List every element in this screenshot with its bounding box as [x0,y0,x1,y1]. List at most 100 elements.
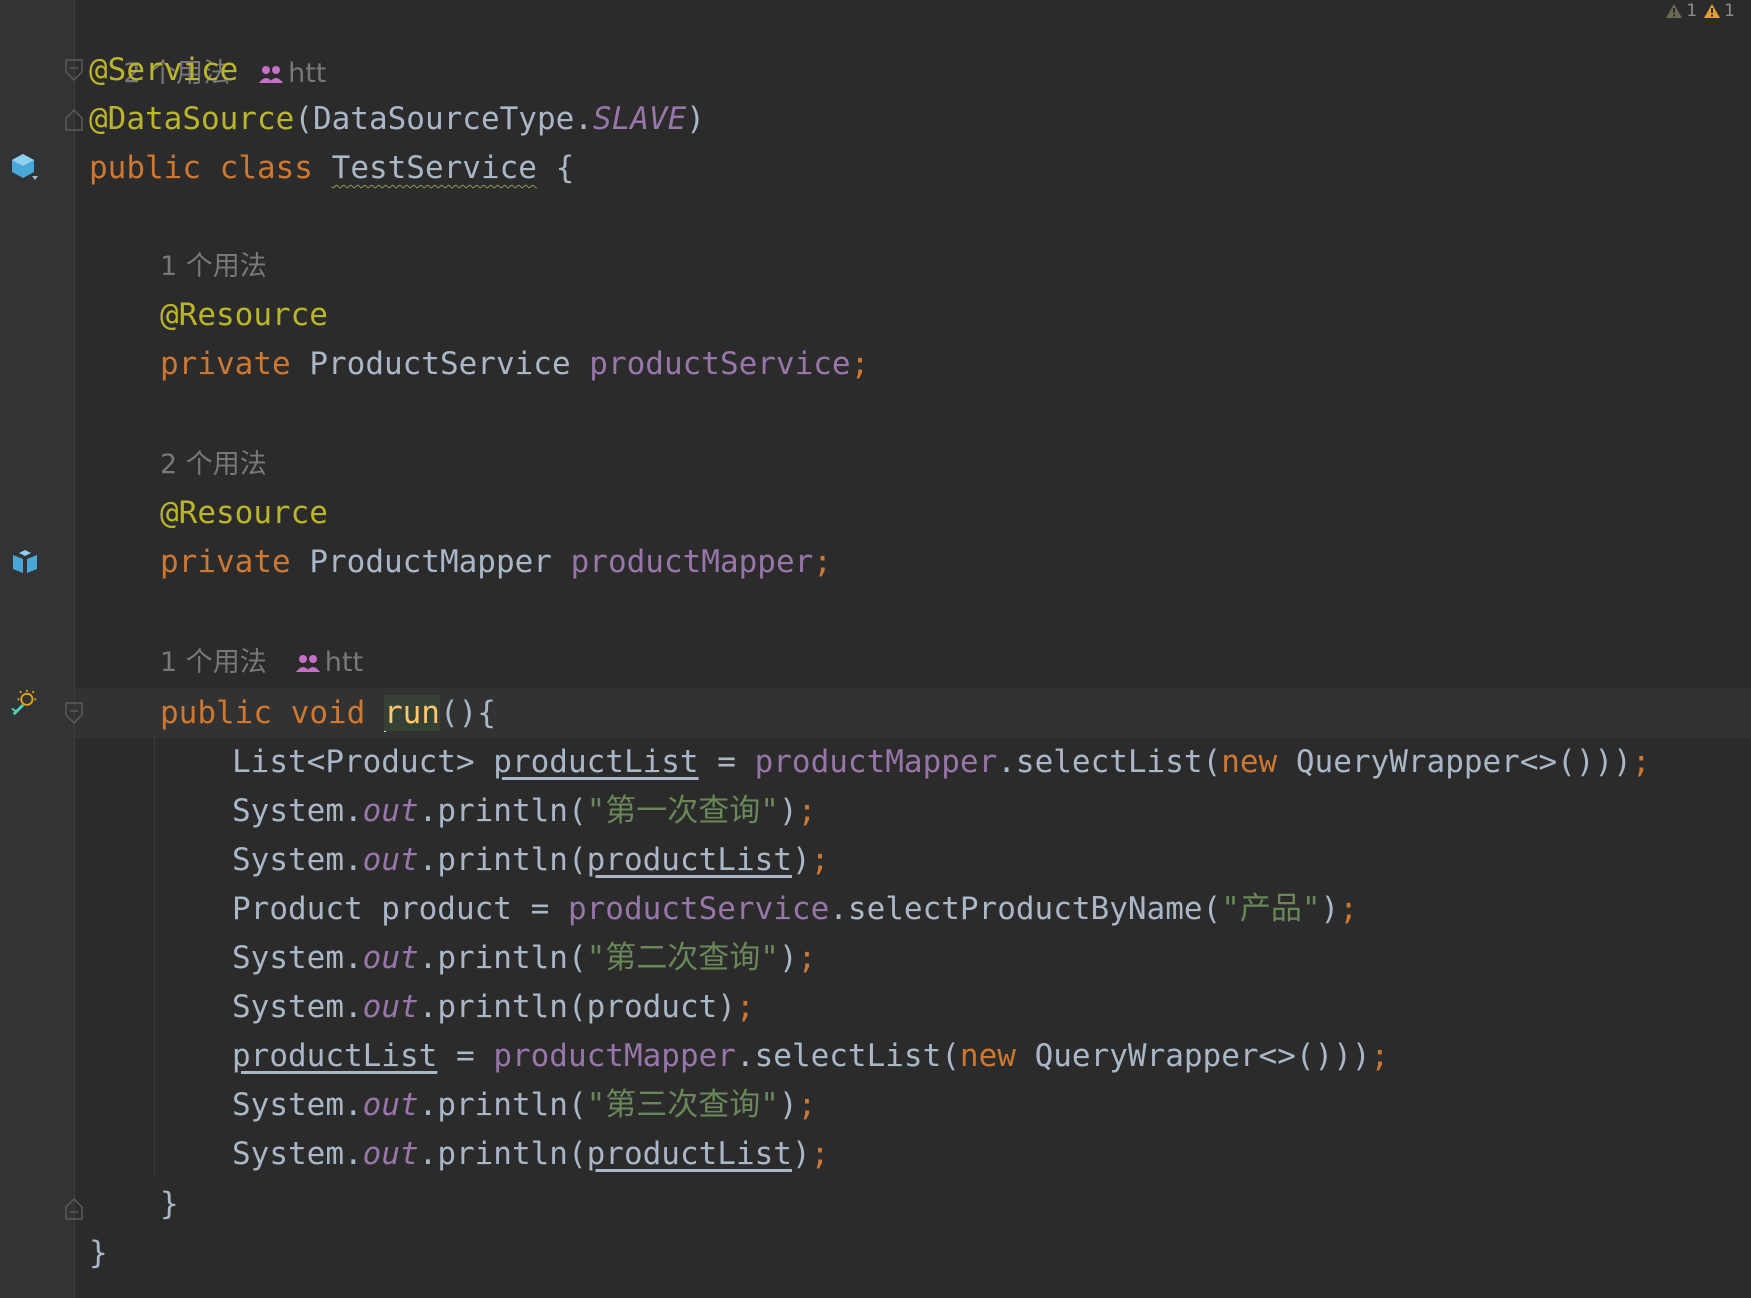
indent-guide [154,738,155,1178]
keyword-private: private [160,544,291,580]
code-line[interactable]: @DataSource(DataSourceType.SLAVE) [89,95,705,144]
code-line[interactable]: System.out.println("第二次查询"); [232,934,816,983]
keyword-void: void [290,695,366,731]
code-line[interactable]: public class TestService { [89,144,574,193]
semicolon: ; [850,346,870,382]
code-line[interactable]: System.out.println(product); [232,983,755,1032]
string-literal: "第三次查询" [586,1087,779,1123]
warning-count: 1 [1724,1,1735,21]
static-field: out [362,989,419,1025]
method-signature: (){ [439,695,496,731]
close-paren: ) [1351,1038,1371,1074]
code-line[interactable]: System.out.println(productList); [232,1130,829,1179]
open-brace: { [536,150,575,186]
field-usage-hint[interactable]: 1 个用法 [160,242,267,291]
method-usage-hint[interactable]: 1 个用法 htt [160,638,363,687]
code-line[interactable]: @Service [89,46,238,95]
close-paren: ) [686,101,705,137]
code-line[interactable]: System.out.println(productList); [232,836,829,885]
class-name[interactable]: TestService [332,150,537,186]
fold-method-end-icon[interactable] [64,1198,84,1220]
field-name: productService [567,891,830,927]
class-usage-hint[interactable]: 2 个用法 htt [89,0,326,89]
code-line[interactable]: @Resource [160,291,328,340]
close-paren: ) [778,1087,798,1123]
method-name[interactable]: run [383,695,440,731]
warning-indicator[interactable]: 1 [1703,1,1735,21]
close-paren: ) [778,793,798,829]
fold-annotations-end-icon[interactable] [64,109,84,131]
usages-count[interactable]: 2 个用法 [160,449,267,480]
slave-constant: SLAVE [592,101,687,137]
fold-method-icon[interactable] [64,702,84,724]
field-usage-hint[interactable]: 2 个用法 [160,440,267,489]
code-line[interactable]: productList = productMapper.selectList(n… [232,1032,1389,1081]
semicolon: ; [797,1087,817,1123]
code-line[interactable]: } [160,1180,179,1229]
weak-warning-icon [1666,4,1683,18]
local-variable: productList [493,744,699,780]
semicolon: ; [1339,891,1358,927]
close-paren: ) [791,842,811,878]
class-ref: System. [232,842,363,878]
constructor-call: QueryWrapper<>()) [1277,744,1614,780]
method-call: .selectProductByName( [829,891,1222,927]
keyword-public: public [160,695,272,731]
variable-declaration: Product product = [232,891,568,927]
field-name: productMapper [493,1038,736,1074]
static-field: out [362,1087,419,1123]
author-people-icon [295,654,320,672]
semicolon: ; [813,544,832,580]
fold-class-icon[interactable] [64,59,84,81]
static-field: out [362,1136,419,1172]
author-people-icon [259,65,284,83]
static-field: out [362,940,419,976]
resource-annotation: @Resource [160,297,328,333]
weak-warning-indicator[interactable]: 1 [1665,1,1697,21]
editor-gutter[interactable] [0,0,75,1298]
code-line[interactable]: @Resource [160,489,328,538]
code-editor[interactable]: 1 1 2 个用法 htt @Service @DataSource(DataSo… [0,0,1751,1298]
resource-annotation: @Resource [160,495,328,531]
static-field: out [362,793,419,829]
keyword-new: new [959,1038,1016,1074]
class-ref: System. [232,940,363,976]
spring-bean-icon[interactable] [10,152,40,182]
close-paren: ) [1613,744,1632,780]
code-line[interactable]: System.out.println("第一次查询"); [232,787,816,836]
semicolon: ; [797,793,817,829]
author-name[interactable]: htt [325,647,363,678]
type-name: List<Product> [232,744,494,780]
method-call: .println( [418,1136,587,1172]
semicolon: ; [810,1136,830,1172]
code-line[interactable]: System.out.println("第三次查询"); [232,1081,816,1130]
semicolon: ; [735,989,755,1025]
close-paren: ) [717,989,736,1025]
method-call: .println( [418,842,587,878]
inspection-status[interactable]: 1 1 [1665,0,1735,22]
code-line[interactable]: } [89,1229,108,1278]
method-call: .println( [418,989,587,1025]
constructor-call: QueryWrapper<>()) [1015,1038,1352,1074]
code-line[interactable]: Product product = productService.selectP… [232,885,1358,934]
field-name: productService [589,346,851,382]
usages-count[interactable]: 1 个用法 [160,251,267,282]
string-literal: "第二次查询" [586,940,779,976]
code-line[interactable]: private ProductMapper productMapper; [160,538,832,587]
static-field: out [362,842,419,878]
local-variable: productList [586,842,792,878]
type-name: ProductService [309,346,571,382]
type-name: ProductMapper [309,544,552,580]
close-paren: ) [791,1136,811,1172]
method-call: .println( [418,940,587,976]
intention-bulb-icon[interactable] [10,688,40,718]
method-call: .selectList( [735,1038,960,1074]
author-name[interactable]: htt [288,58,326,89]
code-line[interactable]: public void run(){ [160,689,496,738]
autowired-bean-icon[interactable] [10,547,40,577]
usages-count[interactable]: 1 个用法 [160,647,267,678]
keyword-public: public [89,150,201,186]
code-line[interactable]: private ProductService productService; [160,340,869,389]
code-line[interactable]: List<Product> productList = productMappe… [232,738,1651,787]
keyword-private: private [160,346,291,382]
